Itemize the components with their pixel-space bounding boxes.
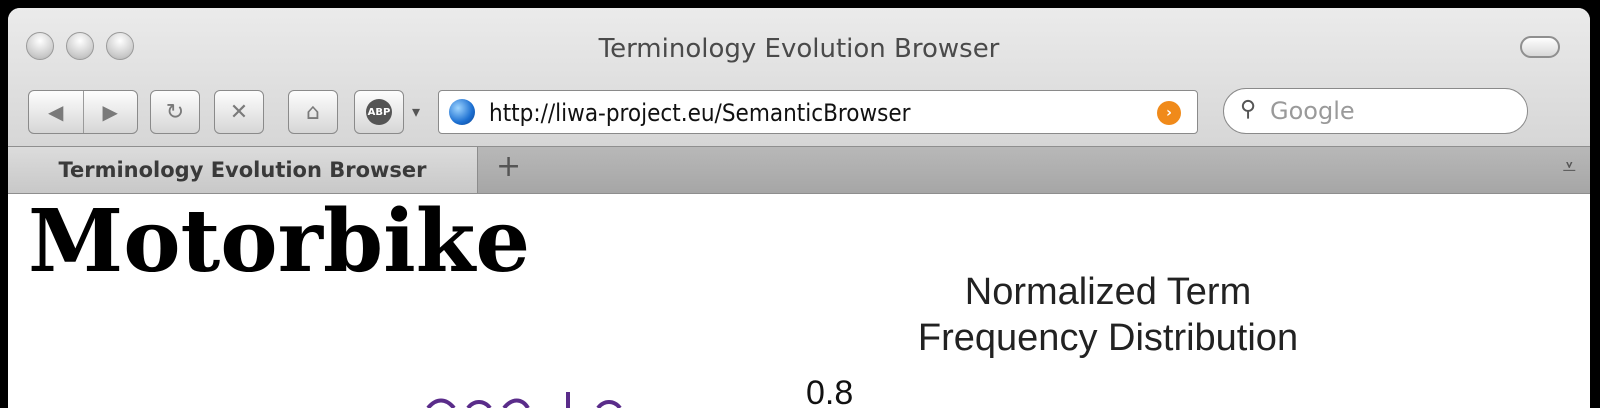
tab-bar: Terminology Evolution Browser + ⩡ [8,146,1590,193]
cut-off-link-text[interactable] [408,392,628,408]
window-title: Terminology Evolution Browser [598,34,1000,64]
window-chrome: Terminology Evolution Browser ◀ ▶ ↻ ✕ ⌂ … [8,8,1590,194]
adblock-menu-caret-icon[interactable]: ▾ [412,102,420,121]
tab-label: Terminology Evolution Browser [58,158,427,182]
nav-buttons: ◀ ▶ [28,90,138,134]
chart-title-line-1: Normalized Term [964,271,1252,313]
y-axis-tick-label: 0.8 [806,374,854,408]
page-title: Motorbike [28,191,531,292]
reload-button[interactable]: ↻ [150,90,200,134]
chart-title: Normalized Term Frequency Distribution [878,270,1338,361]
cut-off-glyphs [426,392,622,408]
stop-icon: ✕ [229,99,249,125]
search-icon[interactable]: ⚲ [1240,97,1256,122]
browser-window: Terminology Evolution Browser ◀ ▶ ↻ ✕ ⌂ … [8,8,1590,408]
chart-title-line-2: Frequency Distribution [917,316,1299,359]
home-icon: ⌂ [306,99,320,125]
forward-arrow-icon[interactable]: ▶ [82,91,138,133]
tab-list-icon[interactable]: ⩡ [1562,153,1576,181]
adblock-icon: ABP [366,99,392,125]
new-tab-button[interactable]: + [496,149,521,184]
url-text[interactable]: http://liwa-project.eu/SemanticBrowser [489,99,911,127]
page-content: Motorbike Normalized Term Frequency Dist… [8,194,1590,408]
address-bar[interactable]: http://liwa-project.eu/SemanticBrowser › [438,90,1198,134]
stop-button[interactable]: ✕ [214,90,264,134]
site-globe-icon [449,99,475,125]
search-input[interactable] [1268,95,1512,127]
toolbar-toggle-button[interactable] [1520,36,1560,58]
search-box[interactable]: ⚲ [1223,88,1528,134]
adblock-button[interactable]: ABP [354,90,404,134]
tab-terminology-evolution-browser[interactable]: Terminology Evolution Browser [8,147,478,193]
rss-feed-icon[interactable]: › [1157,101,1181,125]
home-button[interactable]: ⌂ [288,90,338,134]
reload-icon: ↻ [165,99,185,125]
back-arrow-icon[interactable]: ◀ [29,91,83,133]
